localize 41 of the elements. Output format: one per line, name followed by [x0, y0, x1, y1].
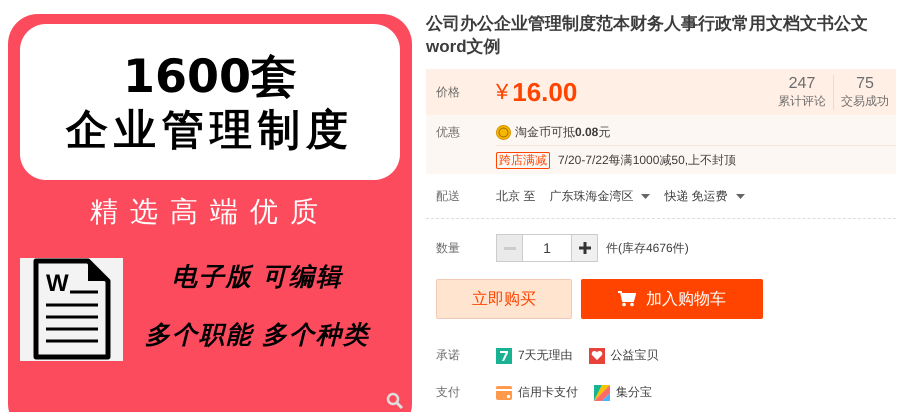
field-label: 支付	[436, 384, 461, 401]
field-label: 优惠	[436, 124, 461, 140]
price-value: 16.00	[512, 76, 578, 108]
field-label: 价格	[436, 84, 461, 100]
promo-text: 7/20-7/22每满1000减50,上不封顶	[558, 152, 736, 168]
document-icon	[32, 258, 112, 362]
banner-tagline: 精选高端优质	[90, 195, 330, 229]
banner-headline: 1600套	[122, 50, 298, 102]
destination-select[interactable]: 广东珠海金湾区	[549, 188, 634, 204]
promo-tag: 跨店满减	[496, 152, 550, 168]
coin-discount-text: 淘金币可抵0.08元	[515, 124, 610, 140]
stat-value: 75	[856, 74, 874, 92]
stat-value: 247	[788, 74, 816, 92]
stat-label: 交易成功	[841, 92, 889, 110]
shipping-select[interactable]: 快递 免运费	[664, 188, 728, 204]
caret-icon[interactable]	[736, 194, 745, 198]
currency-symbol: ¥	[496, 79, 508, 105]
field-label: 承诺	[436, 347, 461, 364]
credit-card-icon	[496, 384, 512, 400]
banner-subtitle: 企业管理制度	[66, 107, 354, 154]
quantity-field[interactable]: 1	[523, 234, 571, 262]
ship-from: 北京 至	[496, 188, 536, 204]
banner-feature: 电子版 可编辑	[172, 262, 343, 292]
document-letter: W	[46, 272, 69, 296]
service-text: 公益宝贝	[610, 347, 659, 364]
plus-icon	[578, 242, 590, 254]
increase-button[interactable]	[571, 234, 598, 262]
colorful-kite-icon	[594, 384, 610, 400]
product-title: 公司办公企业管理制度范本财务人事行政常用文档文书公文word文例	[426, 13, 869, 58]
cart-icon	[618, 291, 636, 307]
stock-text: 件(库存4676件)	[606, 240, 689, 256]
field-label: 配送	[436, 188, 461, 204]
seven-icon	[496, 348, 512, 364]
service-text: 7天无理由	[518, 347, 573, 364]
banner-feature: 多个职能 多个种类	[145, 320, 370, 350]
coin-icon	[496, 124, 511, 140]
stat-label: 累计评论	[778, 92, 826, 110]
service-text: 信用卡支付	[518, 384, 578, 401]
caret-icon[interactable]	[641, 194, 650, 198]
service-text: 集分宝	[616, 384, 652, 401]
field-label: 数量	[436, 240, 461, 256]
